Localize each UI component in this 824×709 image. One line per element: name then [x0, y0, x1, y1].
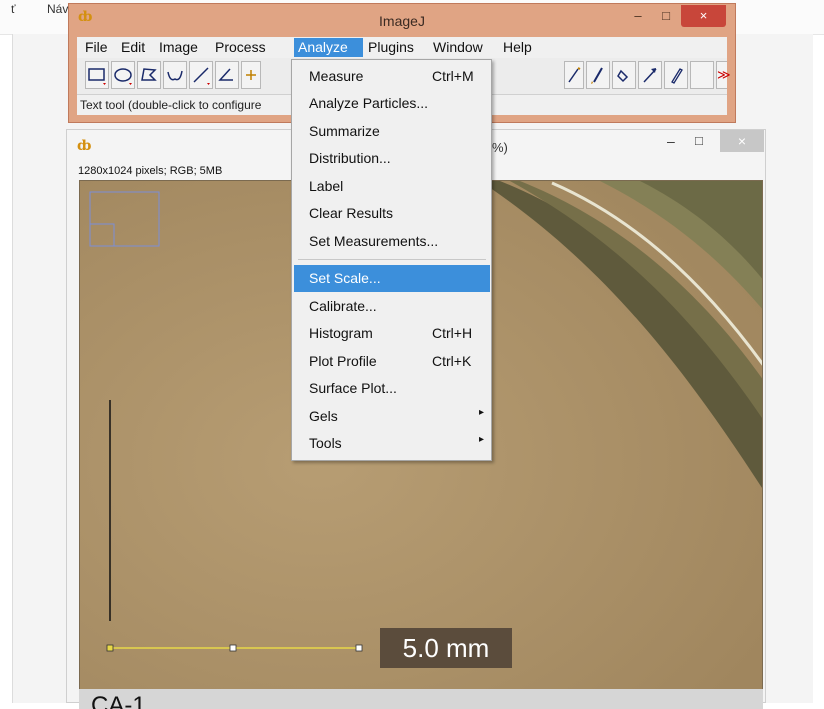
- menu-item-label: Histogram: [309, 325, 373, 341]
- menu-item-analyze-particles[interactable]: Analyze Particles...: [294, 90, 490, 117]
- menu-analyze[interactable]: Analyze: [294, 38, 363, 57]
- menu-item-label: Set Scale...: [309, 270, 381, 286]
- menu-item-distribution[interactable]: Distribution...: [294, 145, 490, 172]
- menu-item-label: Calibrate...: [309, 298, 377, 314]
- polygon-tool-icon[interactable]: [137, 61, 161, 89]
- image-window-logo-icon: ȸ: [77, 138, 92, 154]
- menu-item-label: Surface Plot...: [309, 380, 397, 396]
- menu-image[interactable]: Image: [155, 38, 202, 57]
- freehand-tool-icon[interactable]: [163, 61, 187, 89]
- menu-item-summarize[interactable]: Summarize: [294, 118, 490, 145]
- minimize-button[interactable]: –: [625, 5, 651, 27]
- sample-label-strip: CA-1: [79, 689, 763, 709]
- menu-item-label: Distribution...: [309, 150, 391, 166]
- background-label-2: Náv: [47, 2, 69, 16]
- menu-item-label: Plot Profile: [309, 353, 377, 369]
- line-tool-icon[interactable]: [189, 61, 213, 89]
- menu-item-label: Measure: [309, 68, 364, 84]
- image-maximize-button[interactable]: □: [695, 133, 703, 148]
- menu-item-histogram[interactable]: Histogram Ctrl+H: [294, 320, 490, 347]
- menu-plugins[interactable]: Plugins: [364, 38, 418, 57]
- menu-window[interactable]: Window: [429, 38, 487, 57]
- submenu-arrow-icon: ▸: [479, 434, 485, 445]
- pencil-tool-icon[interactable]: [664, 61, 688, 89]
- status-text: Text tool (double-click to configure: [80, 98, 262, 112]
- menu-item-set-scale[interactable]: Set Scale...: [294, 265, 490, 292]
- menu-item-gels[interactable]: Gels ▸: [294, 403, 490, 430]
- background-label-1: ť: [11, 2, 16, 16]
- menu-item-shortcut: Ctrl+H: [432, 325, 473, 341]
- analyze-dropdown-menu: Measure Ctrl+M Analyze Particles... Summa…: [291, 59, 492, 461]
- image-window-title: %): [492, 140, 508, 155]
- menu-item-surface-plot[interactable]: Surface Plot...: [294, 375, 490, 402]
- sample-label: CA-1: [91, 692, 146, 709]
- menu-item-label: Label: [309, 178, 344, 194]
- rectangle-tool-icon[interactable]: [85, 61, 109, 89]
- menu-item-calibrate[interactable]: Calibrate...: [294, 293, 490, 320]
- more-tools-icon[interactable]: ≫: [716, 61, 731, 89]
- point-tool-icon[interactable]: [241, 61, 261, 89]
- menu-item-label: Summarize: [309, 123, 380, 139]
- scale-bar-label: 5.0 mm: [380, 628, 512, 668]
- menu-item-label: Clear Results: [309, 205, 394, 221]
- menu-file[interactable]: File: [81, 38, 112, 57]
- submenu-arrow-icon: ▸: [479, 407, 485, 418]
- menu-item-label: Set Measurements...: [309, 233, 439, 249]
- menu-item-label: Tools: [309, 435, 342, 451]
- wand-tool-icon[interactable]: [564, 61, 584, 89]
- image-close-button[interactable]: ×: [720, 130, 764, 152]
- oval-tool-icon[interactable]: [111, 61, 135, 89]
- image-minimize-button[interactable]: –: [667, 133, 675, 149]
- empty-tool-slot[interactable]: [690, 61, 714, 89]
- imagej-title-bar[interactable]: ȸ ImageJ – □ ×: [69, 4, 735, 37]
- menu-item-label: Gels: [309, 408, 338, 424]
- menu-item-shortcut: Ctrl+M: [432, 68, 474, 84]
- angle-tool-icon[interactable]: [215, 61, 239, 89]
- menu-help[interactable]: Help: [499, 38, 536, 57]
- menu-item-tools[interactable]: Tools ▸: [294, 430, 490, 457]
- arrow-tool-icon[interactable]: [638, 61, 662, 89]
- image-info: 1280x1024 pixels; RGB; 5MB: [78, 165, 223, 177]
- dropper-tool-icon[interactable]: [612, 61, 636, 89]
- menu-item-clear-results[interactable]: Clear Results: [294, 200, 490, 227]
- menu-item-plot-profile[interactable]: Plot Profile Ctrl+K: [294, 348, 490, 375]
- menu-item-label-particles[interactable]: Label: [294, 173, 490, 200]
- menu-process[interactable]: Process: [211, 38, 270, 57]
- brush-tool-icon[interactable]: [586, 61, 610, 89]
- menu-separator: [298, 259, 486, 260]
- menu-item-shortcut: Ctrl+K: [432, 353, 472, 369]
- close-button[interactable]: ×: [681, 5, 726, 27]
- menu-bar: File Edit Image Process Analyze Plugins …: [77, 37, 727, 58]
- menu-edit[interactable]: Edit: [117, 38, 149, 57]
- menu-item-set-measurements[interactable]: Set Measurements...: [294, 228, 490, 255]
- maximize-button[interactable]: □: [653, 5, 679, 27]
- menu-item-measure[interactable]: Measure Ctrl+M: [294, 63, 490, 90]
- menu-item-label: Analyze Particles...: [309, 95, 429, 111]
